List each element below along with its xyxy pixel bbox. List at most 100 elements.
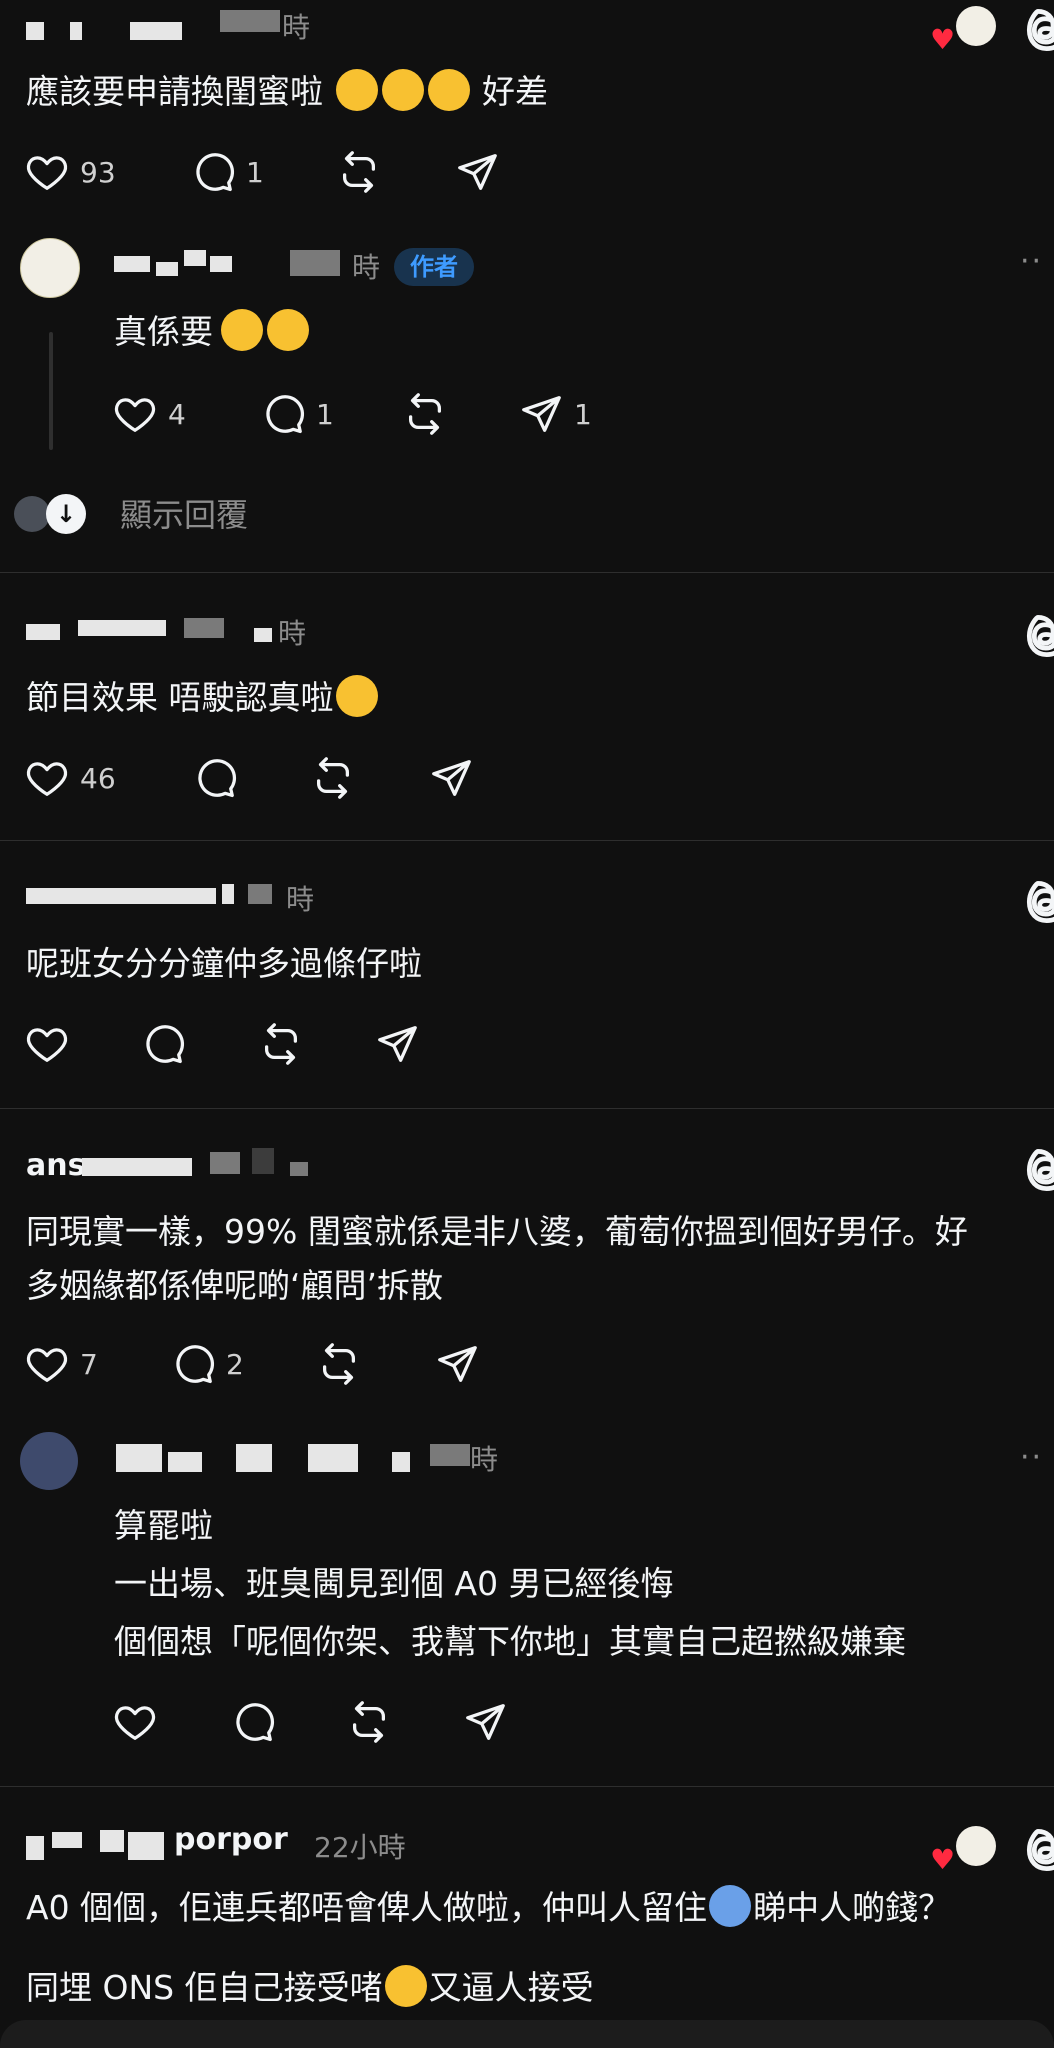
comment-text-line: A0 個個，佢連兵都唔會俾人做啦，仲叫人留住 睇中人啲錢？ [26, 1880, 951, 1936]
share-icon [434, 1341, 480, 1387]
comment-text: 節目效果 唔駛認真啦 [26, 670, 380, 726]
repost-button[interactable] [402, 386, 448, 442]
repost-icon [258, 1021, 304, 1067]
like-count: 7 [80, 1347, 98, 1381]
share-icon [462, 1699, 508, 1745]
share-icon [454, 149, 500, 195]
divider [0, 572, 1054, 573]
laughing-emoji-icon [335, 675, 378, 717]
comment-icon [260, 391, 306, 437]
repost-icon [402, 391, 448, 437]
repost-button[interactable] [346, 1694, 392, 1750]
liked-avatar [956, 6, 996, 46]
divider [0, 1786, 1054, 1787]
reply-button[interactable]: 1 [190, 144, 264, 200]
threads-logo-icon[interactable] [1020, 1144, 1054, 1196]
repost-icon [316, 1341, 362, 1387]
neutral-face-emoji-icon [267, 309, 309, 351]
like-button[interactable]: 4 [112, 386, 186, 442]
threads-logo-icon[interactable] [1020, 876, 1054, 928]
action-bar: 7 2 [24, 1336, 624, 1392]
share-icon [374, 1021, 420, 1067]
share-button[interactable] [428, 750, 474, 806]
comment-icon [140, 1021, 186, 1067]
reply-button[interactable]: 1 [260, 386, 334, 442]
post-time: 22小時 [314, 1831, 406, 1864]
like-count: 93 [80, 155, 116, 189]
more-icon[interactable]: ·· [1020, 1440, 1043, 1475]
like-button[interactable] [24, 1016, 70, 1072]
like-button[interactable] [112, 1694, 158, 1750]
reply-button[interactable] [230, 1694, 276, 1750]
comment-icon [192, 755, 238, 801]
action-bar: 93 1 [24, 144, 624, 200]
reply-button[interactable] [140, 1016, 186, 1072]
like-count: 46 [80, 761, 116, 795]
share-button[interactable] [454, 144, 500, 200]
heart-icon [112, 1699, 158, 1745]
reply-button[interactable]: 2 [170, 1336, 244, 1392]
reply-button[interactable] [192, 750, 238, 806]
comment-text-line: 一出場、班臭閪見到個 A0 男已經後悔 [114, 1564, 674, 1603]
like-button[interactable]: 93 [24, 144, 116, 200]
more-icon[interactable]: ·· [1020, 244, 1043, 279]
threads-logo-icon[interactable] [1020, 610, 1054, 662]
divider [0, 1108, 1054, 1109]
heart-icon [24, 755, 70, 801]
avatar[interactable] [20, 1432, 78, 1490]
hand-over-mouth-emoji-icon [384, 1965, 427, 2007]
comment-text-line: 同埋 ONS 佢自己接受啫 又逼人接受 [26, 1960, 594, 2016]
action-bar: 46 [24, 750, 624, 806]
comment-text-line: 多姻緣都係俾呢啲‘顧問’拆散 [26, 1266, 443, 1305]
heart-icon [24, 1341, 70, 1387]
laughing-emoji-icon [381, 69, 424, 111]
heart-icon [24, 149, 70, 195]
share-button[interactable]: 1 [518, 386, 592, 442]
share-button[interactable] [434, 1336, 480, 1392]
threads-logo-icon[interactable] [1020, 4, 1054, 56]
laughing-emoji-icon [335, 69, 378, 111]
liked-avatar [956, 1826, 996, 1866]
repost-button[interactable] [316, 1336, 362, 1392]
repost-button[interactable] [310, 750, 356, 806]
comment-text: 應該要申請換閨蜜啦 好差 [26, 64, 548, 120]
share-button[interactable] [374, 1016, 420, 1072]
like-button[interactable]: 46 [24, 750, 116, 806]
comment-text-line: 同現實一樣，99% 閨蜜就係是非八婆，葡萄你搵到個好男仔。好 [26, 1212, 968, 1251]
share-button[interactable] [462, 1694, 508, 1750]
reply-count: 2 [226, 1347, 244, 1381]
expand-down-icon: ↓ [46, 494, 86, 534]
action-bar: 4 1 1 [112, 386, 712, 442]
bottom-sheet-edge [0, 2020, 1054, 2048]
avatar[interactable] [20, 238, 80, 298]
action-bar [112, 1694, 712, 1750]
comment-text-line: 算罷啦 [114, 1506, 213, 1545]
reply-count: 1 [246, 155, 264, 189]
like-button[interactable]: 7 [24, 1336, 98, 1392]
comment-text-line: 個個想「呢個你架、我幫下你地」其實自己超撚級嫌棄 [114, 1622, 906, 1661]
post-time: 時 [470, 1443, 499, 1476]
comment-icon [230, 1699, 276, 1745]
liked-heart-icon: ♥ [930, 23, 956, 56]
username[interactable]: ans [26, 1148, 85, 1183]
comment-icon [190, 149, 236, 195]
liked-heart-icon: ♥ [930, 1843, 956, 1876]
repost-icon [310, 755, 356, 801]
username[interactable]: porpor [174, 1822, 288, 1857]
repost-button[interactable] [336, 144, 382, 200]
repost-button[interactable] [258, 1016, 304, 1072]
share-icon [518, 391, 564, 437]
comment-text: 呢班女分分鐘仲多過條仔啦 [26, 944, 422, 983]
repost-icon [346, 1699, 392, 1745]
share-icon [428, 755, 474, 801]
fearful-face-emoji-icon [709, 1885, 752, 1927]
reply-avatar [14, 496, 50, 532]
thread-line [49, 332, 53, 450]
laughing-emoji-icon [427, 69, 470, 111]
neutral-face-emoji-icon [221, 309, 263, 351]
comment-text: 真係要 [114, 304, 311, 360]
divider [0, 840, 1054, 841]
share-count: 1 [574, 397, 592, 431]
like-count: 4 [168, 397, 186, 431]
threads-logo-icon[interactable] [1020, 1824, 1054, 1876]
